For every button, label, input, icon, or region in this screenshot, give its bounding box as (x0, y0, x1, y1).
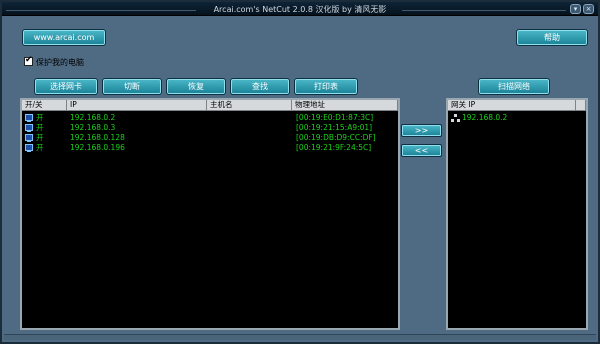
row-state: 开 (36, 123, 44, 132)
protect-label: 保护我的电脑 (36, 58, 84, 67)
col-gateway-header[interactable]: 网关 IP (448, 100, 576, 111)
restore-button[interactable]: 恢复 (166, 78, 226, 95)
checkmark-icon: ✔ (25, 55, 33, 65)
row-state: 开 (36, 133, 44, 142)
title-divider-right (402, 10, 566, 11)
status-bar (4, 334, 596, 340)
add-to-gateway-button[interactable]: >> (401, 124, 442, 137)
row-mac: [00:19:DB:D9:CC:DF] (296, 133, 376, 142)
row-state: 开 (36, 113, 44, 122)
website-button[interactable]: www.arcai.com (22, 29, 106, 46)
row-ip: 192.168.0.196 (70, 143, 125, 152)
row-mac: [00:19:21:15:A9:01] (296, 123, 373, 132)
print-table-button[interactable]: 打印表 (294, 78, 358, 95)
find-button[interactable]: 查找 (230, 78, 290, 95)
computer-icon (25, 134, 33, 142)
gateway-ip: 192.168.0.2 (462, 113, 508, 122)
close-button[interactable]: × (583, 4, 594, 14)
row-ip: 192.168.0.2 (70, 113, 116, 122)
minimize-button[interactable]: ▾ (570, 4, 581, 14)
protect-checkbox[interactable]: ✔ (24, 55, 33, 66)
col-ip-header[interactable]: IP (67, 100, 207, 111)
row-ip: 192.168.0.128 (70, 133, 125, 142)
help-button[interactable]: 帮助 (516, 29, 588, 46)
gateway-list[interactable]: 网关 IP 192.168.0.2 (446, 98, 588, 330)
scan-network-button[interactable]: 扫描网络 (478, 78, 550, 95)
select-nic-button[interactable]: 选择网卡 (34, 78, 98, 95)
netcut-window: Arcai.com's NetCut 2.0.8 汉化版 by 清风无影 ▾ ×… (0, 0, 600, 344)
row-ip: 192.168.0.3 (70, 123, 116, 132)
col-hostname-header[interactable]: 主机名 (207, 100, 292, 111)
computer-icon (25, 144, 33, 152)
row-state: 开 (36, 143, 44, 152)
col-mac-header[interactable]: 物理地址 (292, 100, 398, 111)
row-mac: [00:19:21:9F:24:5C] (296, 143, 372, 152)
col-gateway-spacer (576, 100, 586, 111)
row-mac: [00:19:E0:D1:87:3C] (296, 113, 374, 122)
computer-icon (25, 114, 33, 122)
col-state-header[interactable]: 开/关 (22, 100, 67, 111)
cut-button[interactable]: 切断 (102, 78, 162, 95)
host-list[interactable]: 开/关 IP 主机名 物理地址 开 192.168.0.2 [00:19:E0:… (20, 98, 400, 330)
remove-from-gateway-button[interactable]: << (401, 144, 442, 157)
computer-icon (25, 124, 33, 132)
title-bar: Arcai.com's NetCut 2.0.8 汉化版 by 清风无影 ▾ × (2, 2, 598, 16)
network-gateway-icon (451, 114, 460, 122)
